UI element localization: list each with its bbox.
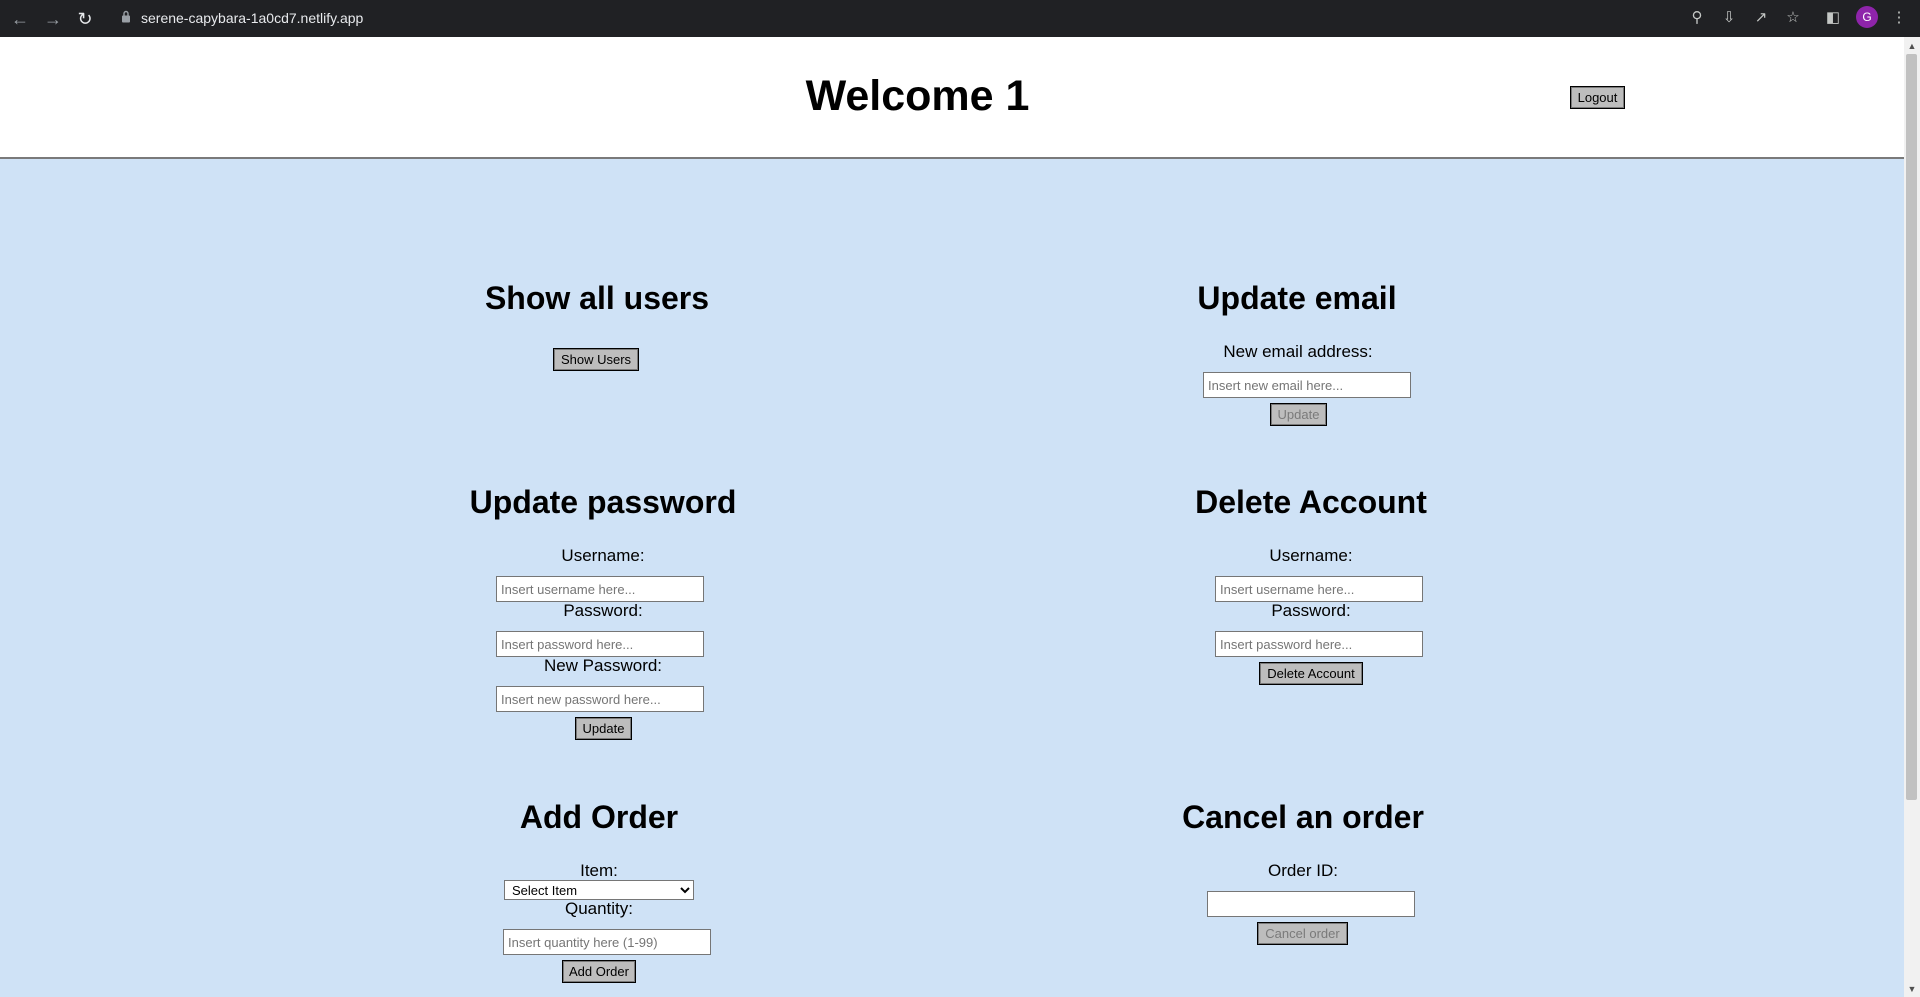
more-icon[interactable]: ⋮ xyxy=(1888,7,1910,29)
scroll-down-icon[interactable]: ▼ xyxy=(1906,983,1918,995)
browser-toolbar: ← → ↻ serene-capybara-1a0cd7.netlify.app… xyxy=(0,0,1920,37)
install-icon[interactable]: ⇩ xyxy=(1718,7,1740,29)
update-password-title: Update password xyxy=(469,484,737,520)
add-order-title: Add Order xyxy=(519,799,679,835)
side-panel-icon[interactable]: ◧ xyxy=(1822,7,1844,29)
new-password-label: New Password: xyxy=(543,656,663,675)
update-password-button[interactable]: Update xyxy=(575,717,632,740)
username-label: Username: xyxy=(561,546,645,565)
item-select[interactable]: Select Item xyxy=(504,880,694,900)
reload-icon[interactable]: ↻ xyxy=(73,7,97,31)
delete-username-label: Username: xyxy=(1269,546,1353,565)
cancel-order-button[interactable]: Cancel order xyxy=(1257,922,1348,945)
page-title: Welcome 1 xyxy=(805,72,1030,120)
show-users-title: Show all users xyxy=(484,280,710,316)
add-order-button[interactable]: Add Order xyxy=(562,960,636,983)
delete-account-title: Delete Account xyxy=(1195,484,1427,520)
star-icon[interactable]: ☆ xyxy=(1782,7,1804,29)
new-password-field[interactable] xyxy=(496,686,704,712)
show-users-button[interactable]: Show Users xyxy=(553,348,639,371)
scrollbar-thumb[interactable] xyxy=(1906,54,1917,800)
email-field[interactable] xyxy=(1203,372,1411,398)
email-label: New email address: xyxy=(1223,342,1373,361)
logout-button[interactable]: Logout xyxy=(1570,86,1625,109)
scroll-up-icon[interactable]: ▲ xyxy=(1906,40,1918,52)
password-label: Password: xyxy=(563,601,643,620)
delete-password-field[interactable] xyxy=(1215,631,1423,657)
forward-icon[interactable]: → xyxy=(41,7,65,31)
page-header: Welcome 1 Logout xyxy=(0,37,1904,159)
page-content: Welcome 1 Logout Show all users Show Use… xyxy=(0,37,1904,997)
back-icon[interactable]: ← xyxy=(8,7,32,31)
username-field[interactable] xyxy=(496,576,704,602)
item-label: Item: xyxy=(580,861,618,880)
lock-icon xyxy=(122,10,130,23)
order-id-label: Order ID: xyxy=(1268,861,1338,880)
update-email-title: Update email xyxy=(1197,280,1397,316)
share-icon[interactable]: ↗ xyxy=(1750,7,1772,29)
order-id-field[interactable] xyxy=(1207,891,1415,917)
address-bar[interactable]: serene-capybara-1a0cd7.netlify.app xyxy=(141,8,363,28)
avatar[interactable]: G xyxy=(1856,6,1878,28)
cancel-order-title: Cancel an order xyxy=(1182,799,1424,835)
delete-username-field[interactable] xyxy=(1215,576,1423,602)
quantity-label: Quantity: xyxy=(564,899,634,918)
delete-password-label: Password: xyxy=(1271,601,1351,620)
update-email-button[interactable]: Update xyxy=(1270,403,1327,426)
quantity-field[interactable] xyxy=(503,929,711,955)
delete-account-button[interactable]: Delete Account xyxy=(1259,662,1363,685)
password-field[interactable] xyxy=(496,631,704,657)
key-icon[interactable]: ⚲ xyxy=(1686,7,1708,29)
